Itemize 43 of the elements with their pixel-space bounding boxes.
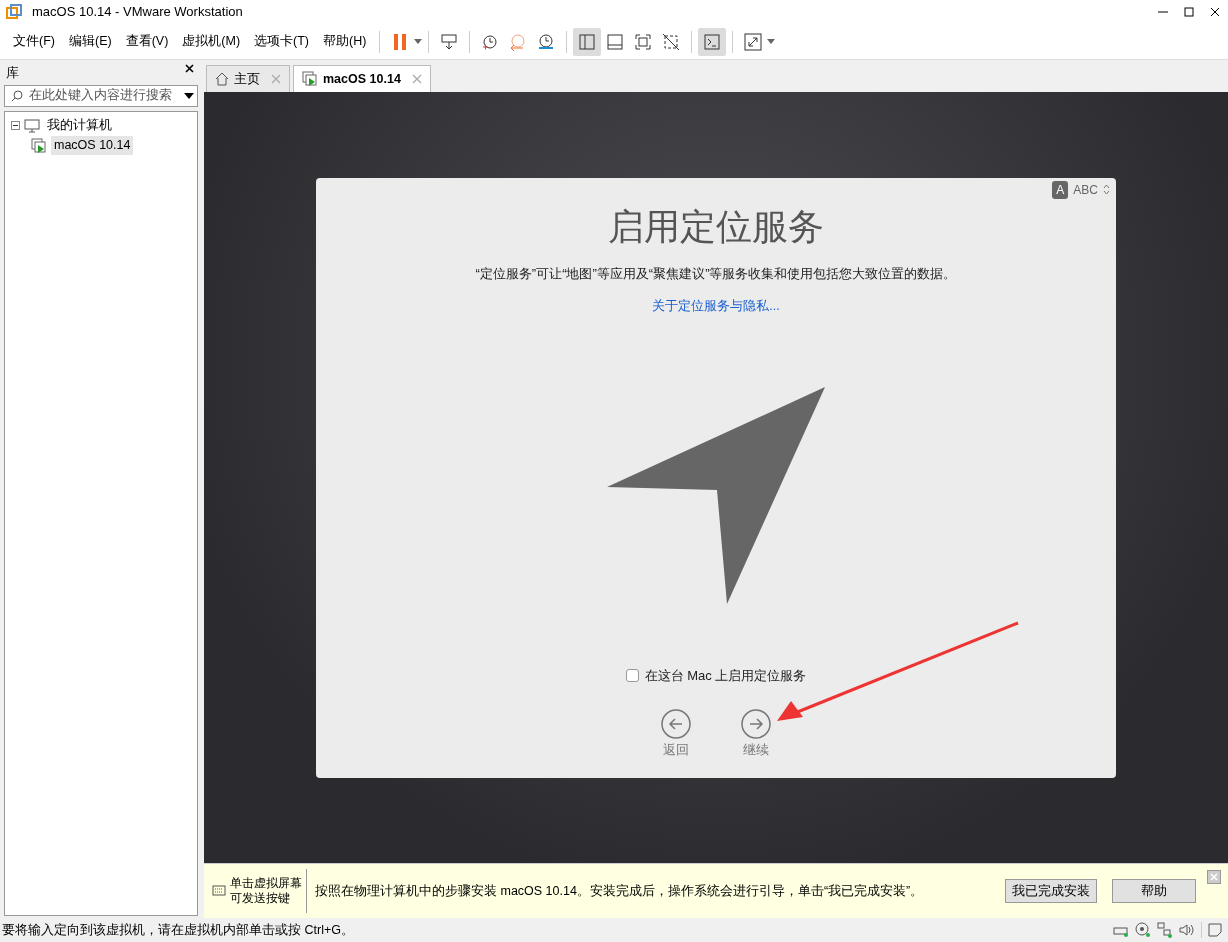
location-checkbox[interactable]: 在这台 Mac 上启用定位服务 xyxy=(625,665,807,686)
disc-icon[interactable] xyxy=(1135,922,1151,938)
status-text: 要将输入定向到该虚拟机，请在虚拟机内部单击或按 Ctrl+G。 xyxy=(2,921,354,939)
continue-button[interactable]: 继续 xyxy=(741,709,771,760)
dropdown-caret-icon[interactable] xyxy=(184,92,194,99)
dialog-title: 启用定位服务 xyxy=(608,204,824,249)
speaker-icon[interactable] xyxy=(1179,923,1195,937)
close-icon[interactable] xyxy=(185,64,194,73)
input-source-label[interactable]: ABC xyxy=(1073,180,1098,199)
tree-item[interactable]: macOS 10.14 xyxy=(51,136,134,156)
hint-tip: 单击虚拟屏幕可发送按键 xyxy=(230,876,303,906)
tree-toggle[interactable] xyxy=(11,121,20,131)
privacy-link[interactable]: 关于定位服务与隐私... xyxy=(652,297,780,316)
tab[interactable]: macOS 10.14 xyxy=(293,65,431,92)
finish-install-button[interactable]: 我已完成安装 xyxy=(1005,878,1097,904)
menu-item[interactable]: 选项卡(T) xyxy=(247,30,317,53)
library-title: 库 xyxy=(6,65,19,82)
menu-item[interactable]: 虚拟机(M) xyxy=(175,30,248,53)
network-icon[interactable] xyxy=(1157,922,1173,938)
help-button[interactable]: 帮助 xyxy=(1112,878,1196,904)
menu-item[interactable]: 编辑(E) xyxy=(61,30,119,53)
vm-icon xyxy=(31,137,47,154)
home-icon xyxy=(215,72,229,86)
search-field[interactable]: 在此处键入内容进行搜索 xyxy=(4,84,198,107)
monitor-icon xyxy=(24,118,40,133)
keyboard-icon xyxy=(212,885,226,897)
checkbox-square[interactable] xyxy=(625,669,639,682)
search-icon xyxy=(11,89,23,102)
menu-item[interactable]: 帮助(H) xyxy=(316,30,374,53)
dialog-description: “定位服务”可让“地图”等应用及“聚焦建议”等服务收集和使用包括您大致位置的数据。 xyxy=(475,264,957,283)
menu-item[interactable]: 查看(V) xyxy=(118,30,176,53)
updown-chevron-icon[interactable] xyxy=(1103,184,1110,195)
tree-item[interactable]: 我的计算机 xyxy=(44,116,115,136)
vmware-logo-icon xyxy=(6,4,22,20)
tab[interactable]: 主页 xyxy=(206,65,290,92)
menu-item[interactable]: 文件(F) xyxy=(6,30,62,53)
vm-icon xyxy=(302,71,318,87)
install-instructions: 按照在物理计算机中的步骤安装 macOS 10.14。安装完成后，操作系统会进行引导，单击“我已完成安装”。 xyxy=(315,882,924,900)
message-icon[interactable] xyxy=(1208,923,1222,937)
minus-icon[interactable] xyxy=(13,125,18,127)
window-title: macOS 10.14 - VMware Workstation xyxy=(32,3,243,22)
input-source-badge[interactable]: A xyxy=(1052,180,1069,199)
back-button[interactable]: 返回 xyxy=(661,709,691,760)
